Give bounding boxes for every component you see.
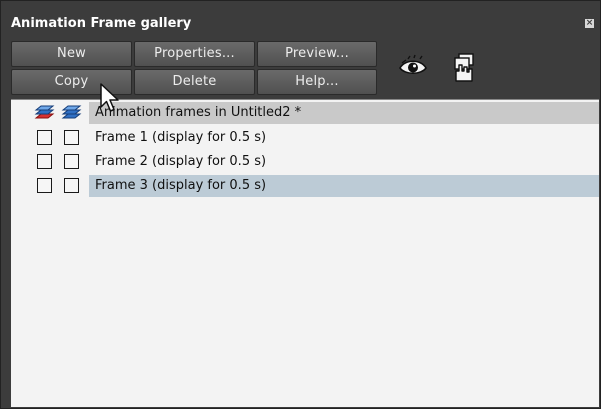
frame-label: Frame 2 (display for 0.5 s)	[95, 154, 267, 169]
animation-frame-gallery-panel: Animation Frame gallery × New Properties…	[0, 0, 601, 409]
frame-show-checkbox[interactable]	[37, 154, 52, 169]
eye-icon[interactable]	[397, 51, 429, 83]
frames-hand-icon[interactable]	[447, 51, 479, 83]
delete-button[interactable]: Delete	[134, 69, 255, 95]
window-title: Animation Frame gallery	[11, 16, 192, 31]
layer-stack-blue-icon[interactable]	[60, 103, 82, 123]
mouse-cursor-icon	[100, 83, 119, 112]
close-button[interactable]: ×	[585, 19, 594, 28]
list-item[interactable]: Frame 1 (display for 0.5 s)	[11, 127, 599, 149]
frame-label: Frame 3 (display for 0.5 s)	[95, 178, 267, 193]
list-item-selected[interactable]: Frame 3 (display for 0.5 s)	[11, 175, 599, 197]
title-bar[interactable]: Animation Frame gallery ×	[1, 1, 600, 31]
frame-background-checkbox[interactable]	[64, 154, 79, 169]
frame-label: Frame 1 (display for 0.5 s)	[95, 130, 267, 145]
preview-button[interactable]: Preview...	[257, 41, 377, 67]
layer-stack-red-icon[interactable]	[33, 103, 55, 123]
help-button[interactable]: Help...	[257, 69, 377, 95]
new-button[interactable]: New	[11, 41, 132, 67]
list-header-text: Animation frames in Untitled2 *	[95, 105, 302, 120]
list-item[interactable]: Frame 2 (display for 0.5 s)	[11, 151, 599, 173]
frame-show-checkbox[interactable]	[37, 130, 52, 145]
frame-show-checkbox[interactable]	[37, 178, 52, 193]
frame-list[interactable]: Animation frames in Untitled2 * Frame 1 …	[11, 99, 599, 407]
frame-background-checkbox[interactable]	[64, 130, 79, 145]
frame-background-checkbox[interactable]	[64, 178, 79, 193]
properties-button[interactable]: Properties...	[134, 41, 255, 67]
